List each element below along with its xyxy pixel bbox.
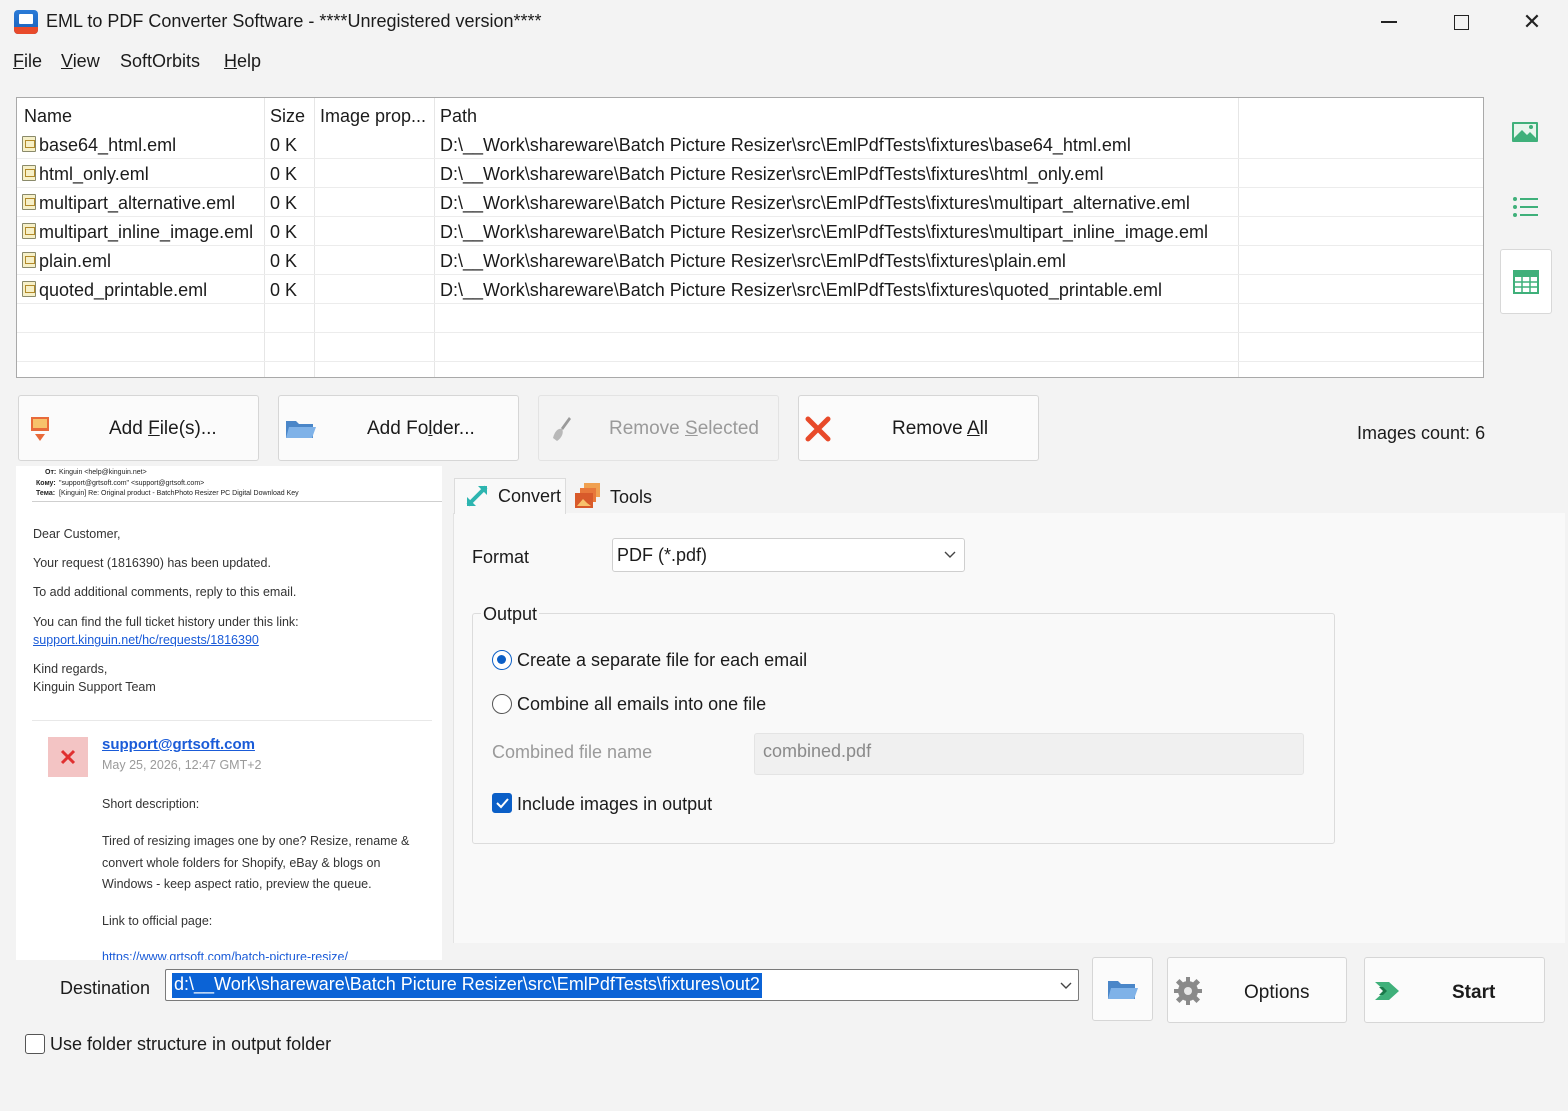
separate-file-label[interactable]: Create a separate file for each email xyxy=(517,650,807,671)
checkmark-icon xyxy=(496,798,509,809)
eml-file-icon xyxy=(22,281,36,297)
column-header-path[interactable]: Path xyxy=(440,106,477,127)
eml-file-icon xyxy=(22,136,36,152)
add-file-icon xyxy=(31,417,49,441)
ticket-link[interactable]: support.kinguin.net/hc/requests/1816390 xyxy=(33,633,259,647)
app-icon xyxy=(14,10,38,34)
destination-label: Destination xyxy=(60,978,151,998)
file-list[interactable]: Name Size Image prop... Path base64_html… xyxy=(16,97,1484,378)
include-images-checkbox[interactable] xyxy=(492,793,512,813)
combine-file-label[interactable]: Combine all emails into one file xyxy=(517,694,766,715)
maximize-button[interactable] xyxy=(1426,0,1496,44)
convert-arrows-icon xyxy=(466,485,488,507)
combined-name-label: Combined file name xyxy=(492,742,653,762)
chevron-down-icon xyxy=(944,551,956,558)
email-header: От: Kinguin <help@kinguin.net> Кому: "su… xyxy=(32,466,442,502)
image-icon xyxy=(1512,122,1538,142)
tab-tools[interactable]: Tools xyxy=(570,480,666,514)
view-list-button[interactable] xyxy=(1500,175,1550,239)
separate-file-radio[interactable] xyxy=(492,650,512,670)
sender-link[interactable]: support@grtsoft.com xyxy=(102,736,255,753)
broom-icon xyxy=(553,417,571,441)
column-header-name[interactable]: Name xyxy=(24,106,72,127)
eml-file-icon xyxy=(22,194,36,210)
minimize-icon xyxy=(1381,21,1397,23)
add-folder-button[interactable]: Add Folder... xyxy=(278,395,519,461)
combine-file-radio[interactable] xyxy=(492,694,512,714)
start-button[interactable]: Start xyxy=(1364,957,1545,1023)
menu-help[interactable]: Help xyxy=(224,51,261,72)
eml-file-icon xyxy=(22,165,36,181)
output-label: Output xyxy=(481,604,540,625)
menu-view[interactable]: View xyxy=(61,51,100,72)
eml-file-icon xyxy=(22,223,36,239)
list-icon xyxy=(1513,197,1538,217)
menu-bar: File View SoftOrbits Help xyxy=(0,46,1568,76)
tab-convert[interactable]: Convert xyxy=(454,478,566,514)
destination-combobox[interactable]: d:\__Work\shareware\Batch Picture Resize… xyxy=(165,969,1079,1001)
folder-icon xyxy=(286,421,316,438)
menu-file[interactable]: File xyxy=(13,51,42,72)
menu-softorbits[interactable]: SoftOrbits xyxy=(120,51,200,72)
minimize-button[interactable] xyxy=(1354,0,1424,44)
tools-images-icon xyxy=(575,483,600,508)
start-arrow-icon xyxy=(1375,982,1399,1000)
table-icon xyxy=(1513,269,1539,294)
format-label: Format xyxy=(472,547,530,567)
folder-icon xyxy=(1108,981,1138,999)
column-header-image-props[interactable]: Image prop... xyxy=(320,106,426,127)
browse-folder-button[interactable] xyxy=(1092,957,1153,1021)
images-count: Images count: 6 xyxy=(1357,423,1486,443)
official-page-link[interactable]: https://www.grtsoft.com/batch-picture-re… xyxy=(102,950,348,960)
view-thumbnails-button[interactable] xyxy=(1500,100,1550,164)
include-images-label[interactable]: Include images in output xyxy=(517,794,712,815)
gear-icon xyxy=(1174,977,1202,1005)
format-select[interactable]: PDF (*.pdf) xyxy=(612,538,965,572)
folder-structure-checkbox[interactable] xyxy=(25,1034,45,1054)
window-title: EML to PDF Converter Software - ****Unre… xyxy=(46,11,542,31)
column-header-size[interactable]: Size xyxy=(270,106,305,127)
remove-all-button[interactable]: Remove All xyxy=(798,395,1039,461)
options-button[interactable]: Options xyxy=(1167,957,1347,1023)
eml-file-icon xyxy=(22,252,36,268)
broken-avatar-icon xyxy=(48,737,88,777)
email-preview[interactable]: От: Kinguin <help@kinguin.net> Кому: "su… xyxy=(16,466,442,960)
combined-name-input[interactable]: combined.pdf xyxy=(754,733,1304,775)
close-button[interactable]: ✕ xyxy=(1497,0,1567,44)
delete-icon xyxy=(805,416,831,442)
chevron-down-icon[interactable] xyxy=(1060,982,1072,990)
destination-input[interactable]: d:\__Work\shareware\Batch Picture Resize… xyxy=(172,973,762,998)
view-details-button[interactable] xyxy=(1500,249,1552,314)
folder-structure-label[interactable]: Use folder structure in output folder xyxy=(50,1034,331,1055)
close-icon: ✕ xyxy=(1522,9,1542,34)
add-files-button[interactable]: Add File(s)... xyxy=(18,395,259,461)
maximize-icon xyxy=(1453,14,1469,30)
remove-selected-button[interactable]: Remove Selected xyxy=(538,395,779,461)
